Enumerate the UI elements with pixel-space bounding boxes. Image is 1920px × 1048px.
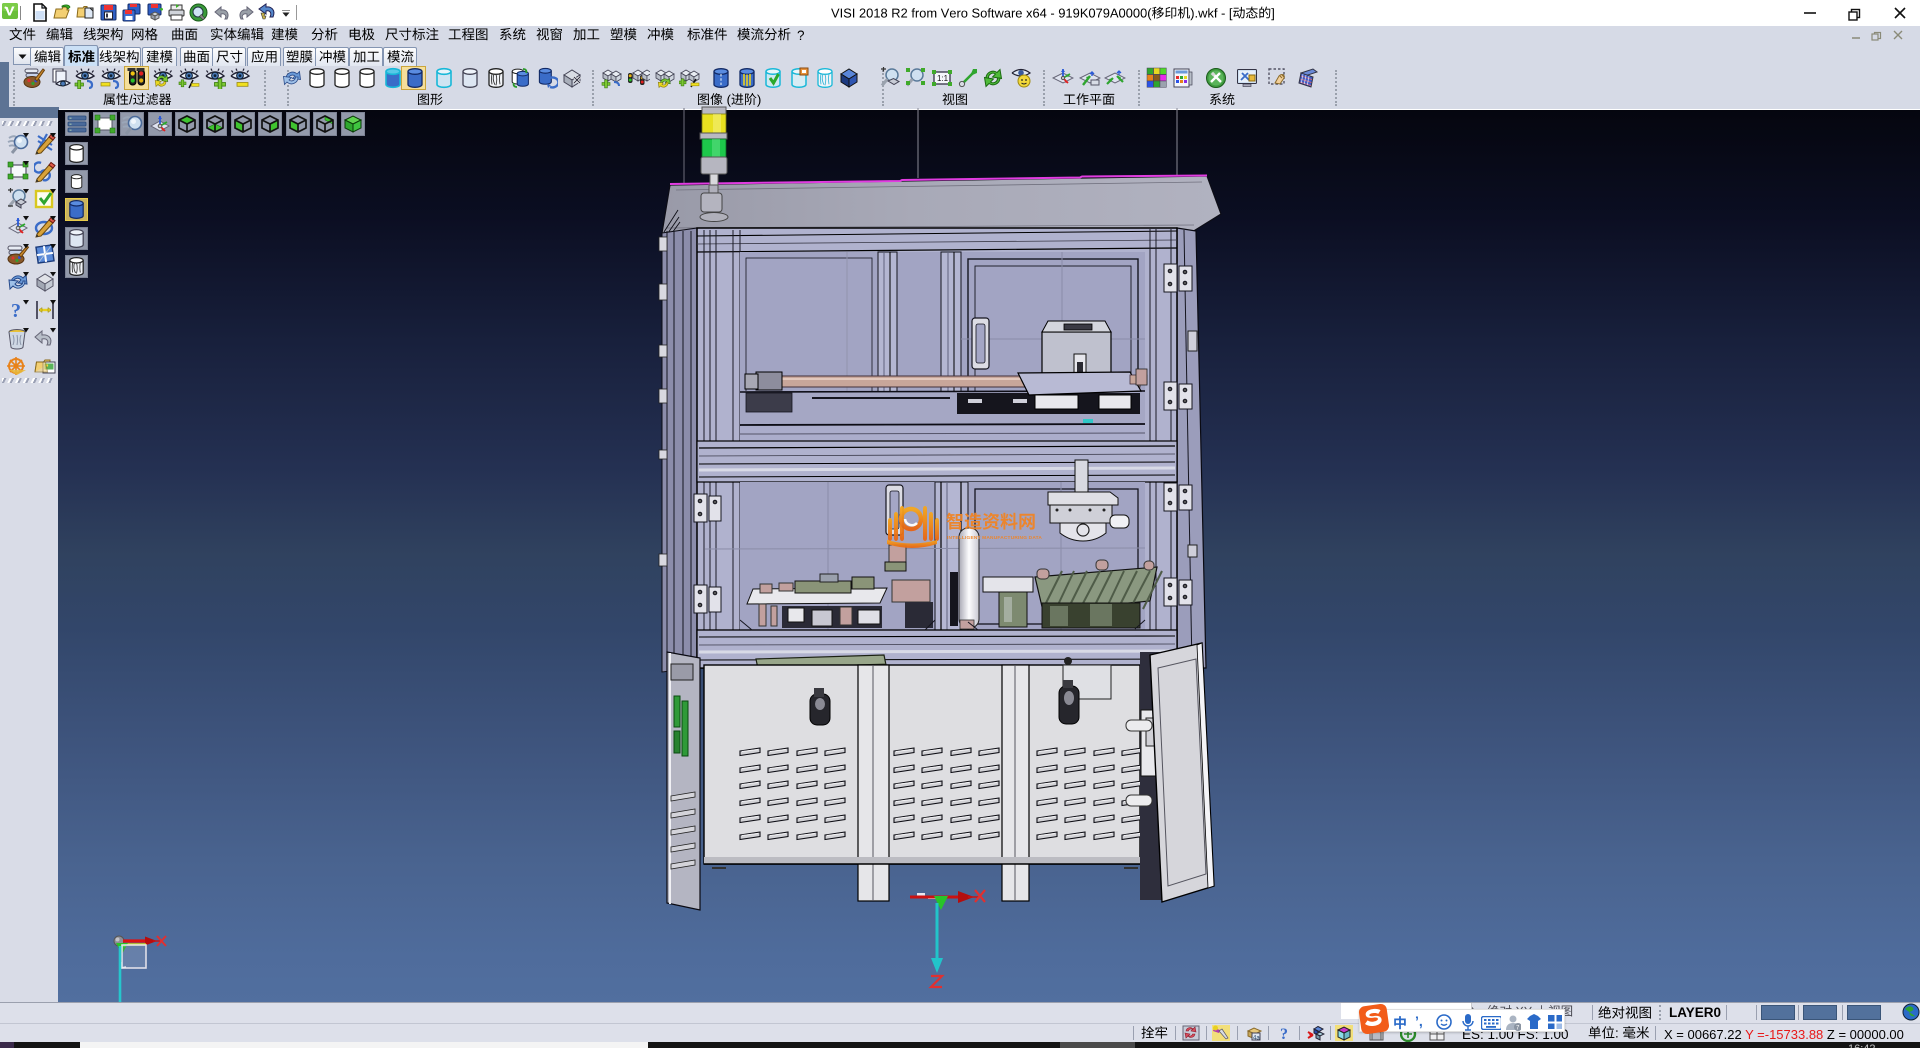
svg-text:4a: 4a: [1253, 1036, 1260, 1042]
svg-text:?: ?: [1280, 1026, 1288, 1041]
svg-text:1:1: 1:1: [937, 74, 949, 83]
svg-text:INTELLIGENT MANUFACTURING DATA: INTELLIGENT MANUFACTURING DATA: [947, 535, 1042, 541]
svg-text:?: ?: [11, 300, 21, 322]
